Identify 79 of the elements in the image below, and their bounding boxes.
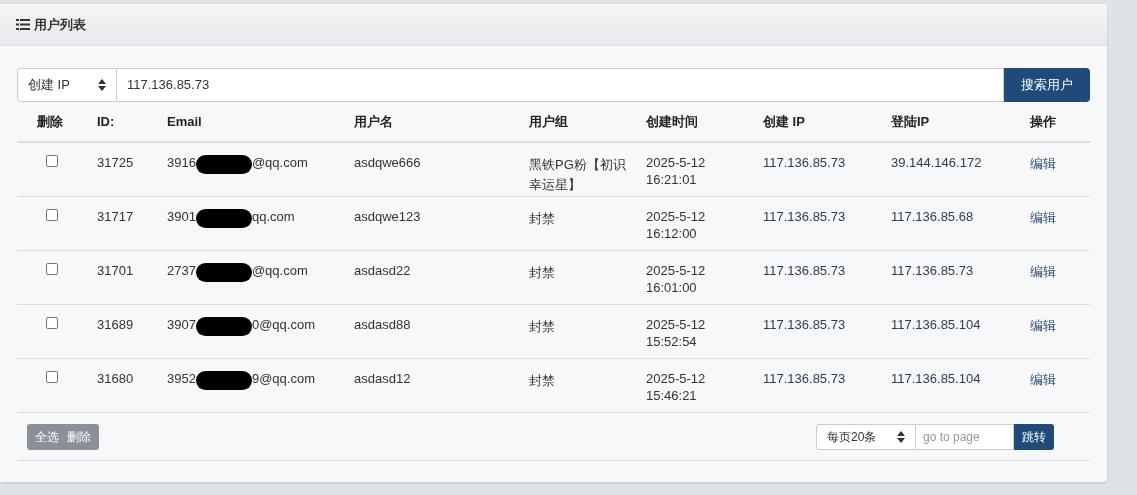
table-cell-text: 2025-5-12 (646, 370, 707, 387)
column-header: Email (166, 112, 203, 131)
table-cell: 2737 (167, 262, 196, 279)
search-input[interactable]: 117.136.85.73 (117, 68, 1004, 102)
table-cell-text: 31689 (96, 316, 135, 334)
table-cell-text: 31701 (96, 262, 135, 280)
table-cell-text: 16:21:01 (646, 171, 698, 188)
column-header: 登陆IP (890, 112, 931, 131)
redaction-mark (195, 155, 252, 174)
edit-link[interactable]: 编辑 (1020, 316, 1056, 358)
table-cell-text: asdasd12 (353, 370, 412, 388)
column-header: 创建时间 (645, 112, 699, 131)
search-button[interactable]: 搜索用户 (1004, 68, 1090, 102)
table-cell-text: 2025-5-12 (646, 316, 707, 333)
edit-link[interactable]: 编辑 (1020, 262, 1056, 304)
column-header: ID: (96, 112, 116, 131)
table-cell-text: 117.136.85.73 (762, 208, 847, 226)
page-size-select[interactable]: 每页20条 (816, 423, 916, 450)
table-cell-text: asdqwe666 (353, 154, 422, 172)
table-cell-text: 15:46:21 (646, 387, 698, 404)
table-cell-text: 16:01:00 (646, 279, 698, 296)
table-cell: @qq.com (251, 154, 308, 171)
table-cell: 3901 (167, 208, 196, 225)
table-cell-text: 封禁 (528, 264, 556, 282)
column-header: 操作 (1029, 112, 1057, 131)
table-cell-text: 39.144.146.172 (890, 154, 983, 172)
table-cell-text: 2025-5-12 (646, 208, 707, 225)
row-checkbox[interactable] (46, 371, 58, 383)
table-cell: @qq.com (251, 262, 308, 279)
column-header: 用户名 (353, 112, 394, 131)
edit-link[interactable]: 编辑 (1020, 370, 1056, 412)
table-cell-text: 117.136.85.104 (890, 316, 982, 334)
column-header: 创建 IP (762, 112, 806, 131)
table-cell-text: 封禁 (528, 372, 556, 390)
table-cell-text: 117.136.85.68 (890, 208, 975, 226)
redaction-mark (195, 371, 252, 390)
table-cell-text: 31680 (96, 370, 135, 388)
search-field-select[interactable]: 创建 IP (17, 68, 117, 102)
page-input[interactable]: go to page (916, 423, 1014, 450)
table-cell: qq.com (251, 208, 295, 225)
table-cell-text: 31725 (96, 154, 135, 172)
table-cell-text: 黑铁PG粉【初识幸运星】 (528, 156, 627, 194)
table-cell-text: 封禁 (528, 210, 556, 228)
panel-title: 用户列表 (34, 15, 86, 34)
table-cell: 9@qq.com (251, 370, 315, 387)
table-cell-text: asdasd22 (353, 262, 412, 280)
select-arrows-icon (897, 430, 905, 443)
table-cell-text: 2025-5-12 (646, 154, 707, 171)
table-cell-text: 117.136.85.73 (762, 262, 847, 280)
table-cell: 3952 (167, 370, 196, 387)
redaction-mark (195, 263, 252, 282)
table-cell-text: 15:52:54 (646, 333, 698, 350)
table-cell-text: asdasd88 (353, 316, 412, 334)
row-checkbox[interactable] (46, 209, 58, 221)
table-cell: 3916 (167, 154, 196, 171)
table-cell-text: 16:12:00 (646, 225, 698, 242)
table-cell-text: asdqwe123 (353, 208, 422, 226)
edit-link[interactable]: 编辑 (1020, 154, 1056, 196)
table-cell-text: 117.136.85.73 (762, 370, 847, 388)
list-icon (16, 19, 30, 30)
table-cell-text: 封禁 (528, 318, 556, 336)
redaction-mark (195, 209, 252, 228)
table-cell-text: 117.136.85.73 (890, 262, 975, 280)
redaction-mark (195, 317, 252, 336)
row-checkbox[interactable] (46, 317, 58, 329)
column-header: 用户组 (528, 112, 569, 131)
column-header: 删除 (36, 112, 64, 131)
table-cell-text: 117.136.85.104 (890, 370, 982, 388)
jump-button[interactable]: 跳转 (1014, 423, 1054, 450)
table-cell: 0@qq.com (251, 316, 315, 333)
row-checkbox[interactable] (46, 155, 58, 167)
select-arrows-icon (98, 79, 106, 91)
table-cell-text: 117.136.85.73 (762, 316, 847, 334)
row-checkbox[interactable] (46, 263, 58, 275)
table-cell-text: 117.136.85.73 (762, 154, 847, 172)
table-cell: 3907 (167, 316, 196, 333)
edit-link[interactable]: 编辑 (1020, 208, 1056, 250)
table-cell-text: 31717 (96, 208, 135, 226)
table-cell-text: 2025-5-12 (646, 262, 707, 279)
